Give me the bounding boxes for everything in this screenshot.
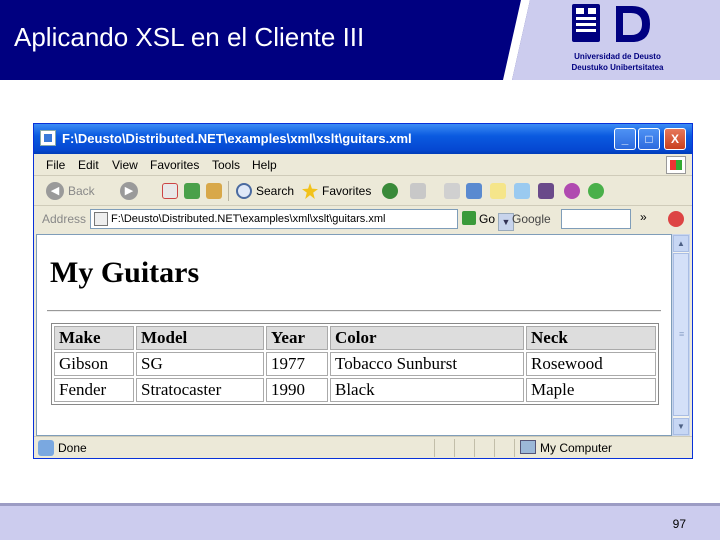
status-divider	[514, 439, 515, 457]
home-icon[interactable]	[206, 183, 222, 199]
grip-icon: ≡	[679, 329, 685, 339]
page-heading: My Guitars	[50, 256, 200, 289]
print-icon[interactable]	[444, 183, 460, 199]
favorites-star-icon[interactable]	[302, 183, 318, 199]
column-header: Make	[54, 326, 134, 350]
page-icon	[94, 212, 108, 226]
go-arrow-icon[interactable]	[462, 211, 476, 225]
horizontal-rule	[47, 310, 661, 312]
page-status-icon	[38, 440, 54, 456]
column-header: Year	[266, 326, 328, 350]
document-icon	[40, 130, 56, 146]
go-button[interactable]: Go	[479, 212, 495, 226]
table-cell: Stratocaster	[136, 378, 264, 402]
back-arrow-icon[interactable]: ◀	[46, 182, 64, 200]
column-header: Neck	[526, 326, 656, 350]
menu-help[interactable]: Help	[252, 158, 277, 172]
menu-bar: File Edit View Favorites Tools Help	[34, 154, 692, 176]
toolbar: ◀ Back ▶ Search Favorites	[34, 176, 692, 206]
window-title: F:\Deusto\Distributed.NET\examples\xml\x…	[62, 131, 412, 146]
logo-line-2: Deustuko Unibertsitatea	[571, 63, 664, 72]
table-row: Gibson SG 1977 Tobacco Sunburst Rosewood	[54, 352, 656, 376]
address-value[interactable]: F:\Deusto\Distributed.NET\examples\xml\x…	[111, 213, 385, 225]
menu-file[interactable]: File	[46, 158, 65, 172]
guitars-table: Make Model Year Color Neck Gibson SG 197…	[51, 323, 659, 405]
mask-icon[interactable]	[564, 183, 580, 199]
status-divider	[494, 439, 495, 457]
status-divider	[434, 439, 435, 457]
research-icon[interactable]	[514, 183, 530, 199]
table-cell: 1990	[266, 378, 328, 402]
google-toolbar-label[interactable]: Google	[512, 212, 551, 226]
history-icon[interactable]	[382, 183, 398, 199]
forward-arrow-icon[interactable]: ▶	[120, 182, 138, 200]
table-row: Fender Stratocaster 1990 Black Maple	[54, 378, 656, 402]
back-button-label[interactable]: Back	[68, 184, 95, 198]
google-search-input[interactable]	[561, 209, 631, 229]
scroll-up-icon[interactable]: ▲	[673, 235, 689, 252]
table-cell: Maple	[526, 378, 656, 402]
table-cell: Gibson	[54, 352, 134, 376]
status-divider	[474, 439, 475, 457]
messenger-icon[interactable]	[588, 183, 604, 199]
discuss-icon[interactable]	[490, 183, 506, 199]
menu-view[interactable]: View	[112, 158, 138, 172]
minimize-button[interactable]: _	[614, 128, 636, 150]
university-logo: Universidad de Deusto Deustuko Unibertsi…	[560, 2, 710, 76]
scroll-thumb[interactable]: ≡	[673, 253, 689, 416]
computer-icon	[520, 440, 536, 454]
maximize-button[interactable]: □	[638, 128, 660, 150]
stop-icon[interactable]	[162, 183, 178, 199]
book-icon[interactable]	[538, 183, 554, 199]
close-button[interactable]: X	[664, 128, 686, 150]
page-content: My Guitars Make Model Year Color Neck Gi…	[36, 234, 672, 436]
table-header-row: Make Model Year Color Neck	[54, 326, 656, 350]
menu-favorites[interactable]: Favorites	[150, 158, 199, 172]
slide-title: Aplicando XSL en el Cliente III	[14, 22, 365, 52]
table-cell: Fender	[54, 378, 134, 402]
more-chevron-icon[interactable]: »	[640, 210, 647, 224]
menu-edit[interactable]: Edit	[78, 158, 99, 172]
toolbar-separator	[228, 181, 229, 201]
table-cell: 1977	[266, 352, 328, 376]
security-zone: My Computer	[540, 441, 613, 455]
window-titlebar[interactable]: F:\Deusto\Distributed.NET\examples\xml\x…	[34, 124, 692, 154]
browser-window: F:\Deusto\Distributed.NET\examples\xml\x…	[33, 123, 693, 459]
table-cell: Tobacco Sunburst	[330, 352, 524, 376]
column-header: Color	[330, 326, 524, 350]
table-cell: Rosewood	[526, 352, 656, 376]
column-header: Model	[136, 326, 264, 350]
logo-line-1: Universidad de Deusto	[574, 52, 661, 61]
table-cell: Black	[330, 378, 524, 402]
deusto-shield-icon	[572, 4, 650, 42]
menu-tools[interactable]: Tools	[212, 158, 240, 172]
address-label: Address	[42, 212, 87, 226]
status-divider	[454, 439, 455, 457]
vertical-scrollbar[interactable]: ▲ ≡ ▼	[672, 234, 690, 436]
refresh-icon[interactable]	[184, 183, 200, 199]
status-text: Done	[58, 441, 87, 455]
address-bar: Address F:\Deusto\Distributed.NET\exampl…	[34, 206, 692, 232]
search-button-label[interactable]: Search	[256, 184, 294, 198]
favorites-button-label[interactable]: Favorites	[322, 184, 371, 198]
address-input[interactable]: F:\Deusto\Distributed.NET\examples\xml\x…	[90, 209, 514, 231]
toolbar-options-icon[interactable]	[668, 211, 684, 227]
edit-icon[interactable]	[466, 183, 482, 199]
slide-header: Aplicando XSL en el Cliente III Universi…	[0, 0, 720, 80]
scroll-down-icon[interactable]: ▼	[673, 418, 689, 435]
table-cell: SG	[136, 352, 264, 376]
page-number: 97	[672, 517, 686, 531]
mail-icon[interactable]	[410, 183, 426, 199]
slide-footer: 97	[0, 503, 720, 540]
windows-logo-icon	[666, 156, 686, 174]
status-bar: Done My Computer	[34, 436, 692, 458]
search-icon[interactable]	[236, 183, 252, 199]
